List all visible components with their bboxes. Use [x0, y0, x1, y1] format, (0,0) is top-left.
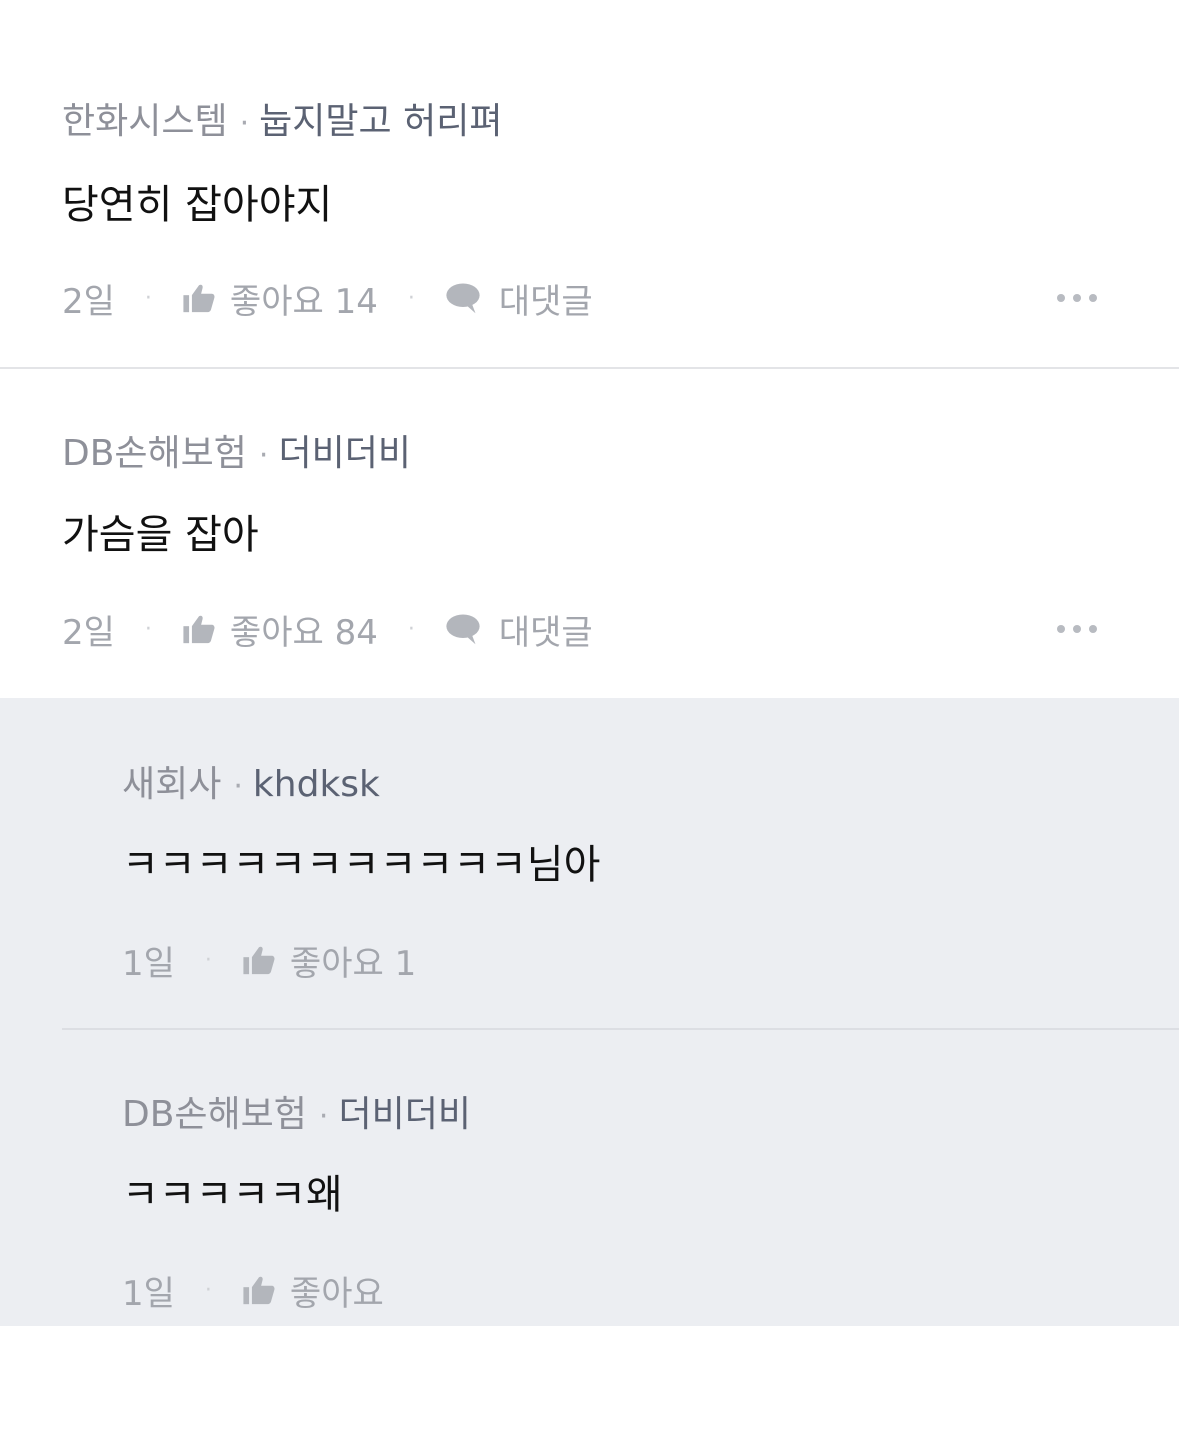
reply-actions: 1일 · 좋아요 1: [122, 936, 416, 985]
comment-divider: [0, 367, 1179, 369]
action-separator: ·: [144, 616, 152, 642]
reply-company: DB손해보험: [122, 1094, 307, 1135]
meta-separator: ·: [239, 106, 250, 141]
reply-label: 대댓글: [498, 612, 593, 653]
like-count: 좋아요: [289, 1273, 384, 1314]
like-button[interactable]: 좋아요 1: [242, 936, 416, 985]
speech-bubble-icon: [446, 283, 480, 314]
comment-time: 2일: [62, 612, 115, 653]
meta-separator: ·: [258, 438, 269, 473]
like-count: 좋아요 1: [289, 943, 417, 984]
like-button[interactable]: 좋아요 14: [182, 274, 378, 323]
thumbs-up-icon: [183, 615, 215, 644]
reply-button[interactable]: 대댓글: [445, 274, 593, 323]
comment-meta: 한화시스템 · 눕지말고 허리펴: [62, 100, 502, 146]
reply-text: ㅋㅋㅋㅋㅋ왜: [122, 1172, 343, 1218]
reply-actions: 1일 · 좋아요: [122, 1266, 384, 1315]
like-count: 좋아요 14: [229, 281, 378, 322]
comment-company: DB손해보험: [62, 433, 247, 474]
thumbs-up-icon: [243, 1276, 275, 1305]
comment-time: 2일: [62, 281, 115, 322]
reply-text: ㅋㅋㅋㅋㅋㅋㅋㅋㅋㅋㅋ님아: [122, 842, 601, 888]
action-separator: ·: [204, 1277, 212, 1303]
speech-bubble-icon: [446, 614, 480, 645]
comment-company: 한화시스템: [62, 101, 228, 142]
comment-text: 당연히 잡아야지: [62, 182, 333, 228]
action-separator: ·: [144, 285, 152, 311]
action-separator: ·: [407, 616, 415, 642]
comment-actions: 2일 · 좋아요 84 · 대댓글: [62, 605, 593, 654]
comment-text: 가슴을 잡아: [62, 512, 259, 558]
comment-page: 한화시스템 · 눕지말고 허리펴 당연히 잡아야지 2일 · 좋아요 14 · 대댓…: [0, 0, 1179, 1438]
comment-nickname[interactable]: 눕지말고 허리펴: [259, 101, 502, 142]
reply-time: 1일: [122, 1273, 175, 1314]
comment-nickname[interactable]: 더비더비: [278, 433, 410, 474]
comment-meta: DB손해보험 · 더비더비: [62, 432, 411, 478]
meta-separator: ·: [233, 769, 243, 804]
reply-nickname[interactable]: khdksk: [253, 764, 380, 805]
more-dots-icon[interactable]: [1057, 288, 1097, 308]
thumbs-up-icon: [183, 284, 215, 313]
like-count: 좋아요 84: [229, 612, 378, 653]
reply-meta: DB손해보험 · 더비더비: [122, 1093, 471, 1139]
reply-nickname[interactable]: 더비더비: [338, 1094, 470, 1135]
reply-meta: 새회사 · khdksk: [122, 763, 380, 809]
action-separator: ·: [204, 947, 212, 973]
reply-divider: [62, 1028, 1179, 1030]
reply-time: 1일: [122, 943, 175, 984]
thumbs-up-icon: [243, 946, 275, 975]
comment-actions: 2일 · 좋아요 14 · 대댓글: [62, 274, 593, 323]
more-dots-icon[interactable]: [1057, 619, 1097, 639]
meta-separator: ·: [318, 1099, 329, 1134]
action-separator: ·: [407, 285, 415, 311]
reply-button[interactable]: 대댓글: [445, 605, 593, 654]
like-button[interactable]: 좋아요 84: [182, 605, 378, 654]
reply-label: 대댓글: [498, 281, 593, 322]
reply-company: 새회사: [122, 764, 222, 805]
like-button[interactable]: 좋아요: [242, 1266, 384, 1315]
